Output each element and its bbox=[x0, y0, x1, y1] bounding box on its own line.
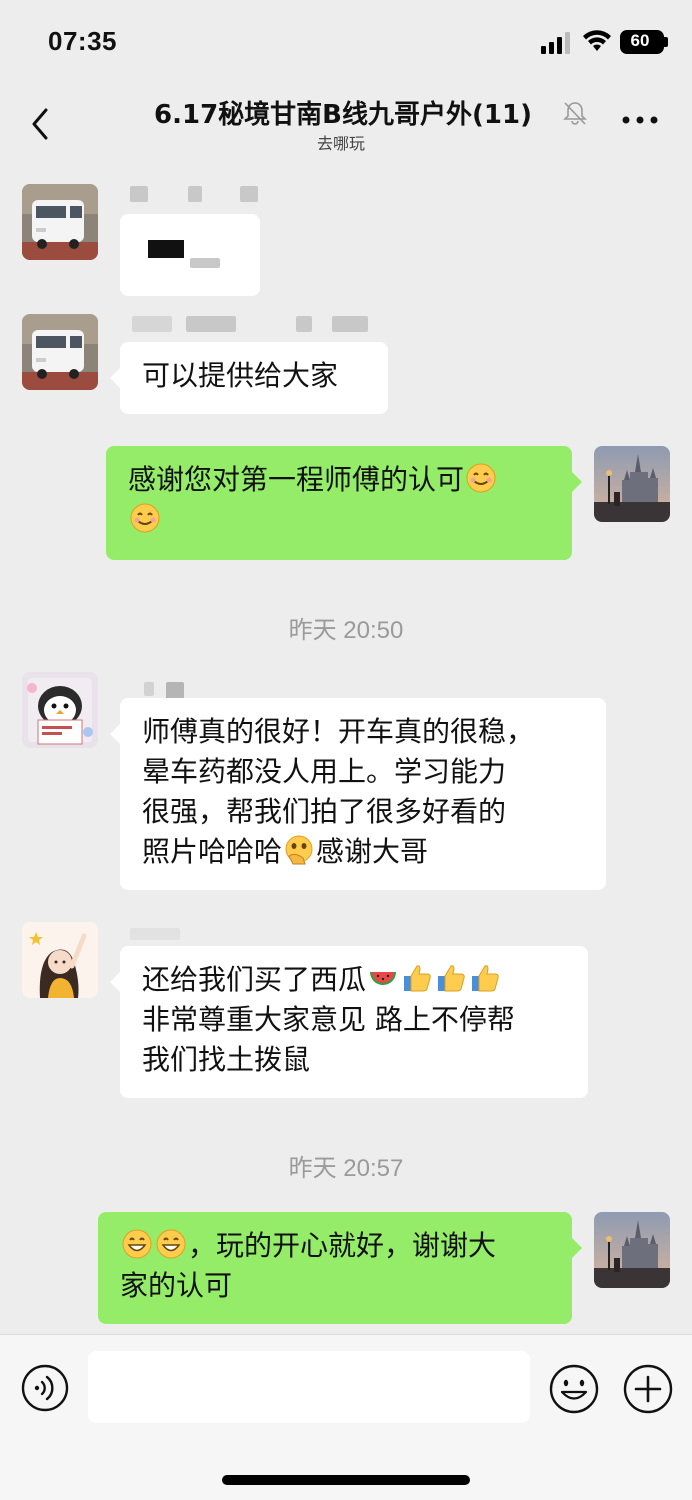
message-text-line: 还给我们买了西瓜 bbox=[142, 963, 367, 996]
signal-icon bbox=[541, 32, 570, 54]
bell-off-icon bbox=[563, 102, 587, 125]
message-bubble-blurred[interactable] bbox=[120, 214, 260, 296]
plus-icon[interactable] bbox=[622, 1363, 674, 1415]
message-bubble[interactable]: 感谢您对第一程师傅的认可 bbox=[106, 446, 582, 560]
thumbs-up-emoji-icon bbox=[472, 965, 499, 992]
avatar-van[interactable] bbox=[22, 184, 98, 260]
sender-name-blurred bbox=[120, 314, 380, 332]
thumbs-up-emoji-icon bbox=[404, 965, 431, 992]
avatar-girl[interactable] bbox=[22, 922, 98, 998]
grin-emoji-icon bbox=[156, 1229, 186, 1259]
message-bubble[interactable]: 师傅真的很好！开车真的很稳， 晕车药都没人用上。学习能力 很强，帮我们拍了很多好… bbox=[110, 698, 606, 890]
avatar-castle[interactable] bbox=[594, 1212, 670, 1288]
chat-subtitle: 去哪玩 bbox=[316, 134, 365, 153]
message-bubble[interactable]: 可以提供给大家 bbox=[110, 342, 388, 414]
hand-over-mouth-emoji-icon bbox=[285, 835, 313, 865]
status-time: 07:35 bbox=[48, 26, 117, 56]
message-bubble[interactable]: 还给我们买了西瓜 非常尊重大家意见 路上不停帮 我们找土拨鼠 bbox=[110, 946, 588, 1098]
thumbs-up-emoji-icon bbox=[438, 965, 465, 992]
message-text-line: 照片哈哈哈 bbox=[142, 835, 283, 868]
message-text: 可以提供给大家 bbox=[142, 359, 339, 392]
avatar-castle[interactable] bbox=[594, 446, 670, 522]
message-bubble[interactable]: ，玩的开心就好，谢谢大 家的认可 bbox=[98, 1212, 582, 1324]
grin-emoji-icon bbox=[122, 1229, 152, 1259]
message-text-line: ，玩的开心就好，谢谢大 bbox=[188, 1229, 497, 1262]
more-dots-icon[interactable] bbox=[620, 110, 660, 130]
sender-name-blurred bbox=[120, 928, 200, 946]
message-text-line: 晕车药都没人用上。学习能力 bbox=[142, 755, 507, 788]
wifi-icon bbox=[583, 30, 611, 51]
blurred-content bbox=[190, 258, 220, 268]
emoji-icon[interactable] bbox=[548, 1363, 600, 1415]
timestamp: 昨天 20:50 bbox=[288, 617, 404, 644]
voice-icon[interactable] bbox=[20, 1363, 70, 1413]
message-text-line: 感谢大哥 bbox=[316, 835, 429, 868]
avatar-penguin[interactable] bbox=[22, 672, 98, 748]
avatar-van[interactable] bbox=[22, 314, 98, 390]
chat-title[interactable]: 6.17秘境甘南B线九哥户外(11) bbox=[88, 94, 598, 131]
chat-title-text: 6.17秘境甘南B线九哥户外(11) bbox=[154, 100, 532, 130]
timestamp: 昨天 20:57 bbox=[288, 1155, 404, 1182]
chevron-left-icon[interactable] bbox=[26, 104, 56, 144]
message-text-line: 家的认可 bbox=[120, 1269, 233, 1302]
chat-header: 6.17秘境甘南B线九哥户外(11) 去哪玩 bbox=[0, 80, 692, 164]
battery-level: 60 bbox=[630, 31, 650, 50]
sender-name-blurred bbox=[120, 184, 280, 202]
smile-emoji-icon bbox=[130, 503, 160, 533]
message-text-line: 师傅真的很好！开车真的很稳， bbox=[142, 715, 535, 748]
message-input[interactable] bbox=[88, 1351, 530, 1423]
status-bar: 07:35 60 bbox=[0, 0, 692, 80]
smile-emoji-icon bbox=[466, 463, 496, 493]
battery-nub bbox=[664, 37, 668, 47]
message-text-line: 很强，帮我们拍了很多好看的 bbox=[142, 795, 507, 828]
home-indicator bbox=[222, 1475, 470, 1485]
input-bar bbox=[0, 1334, 692, 1500]
message-text-line: 非常尊重大家意见 路上不停帮 bbox=[142, 1003, 515, 1036]
message-text: 感谢您对第一程师傅的认可 bbox=[128, 463, 465, 496]
blurred-content bbox=[148, 240, 184, 258]
message-text-line: 我们找土拨鼠 bbox=[142, 1043, 311, 1076]
watermelon-emoji-icon bbox=[370, 972, 397, 985]
